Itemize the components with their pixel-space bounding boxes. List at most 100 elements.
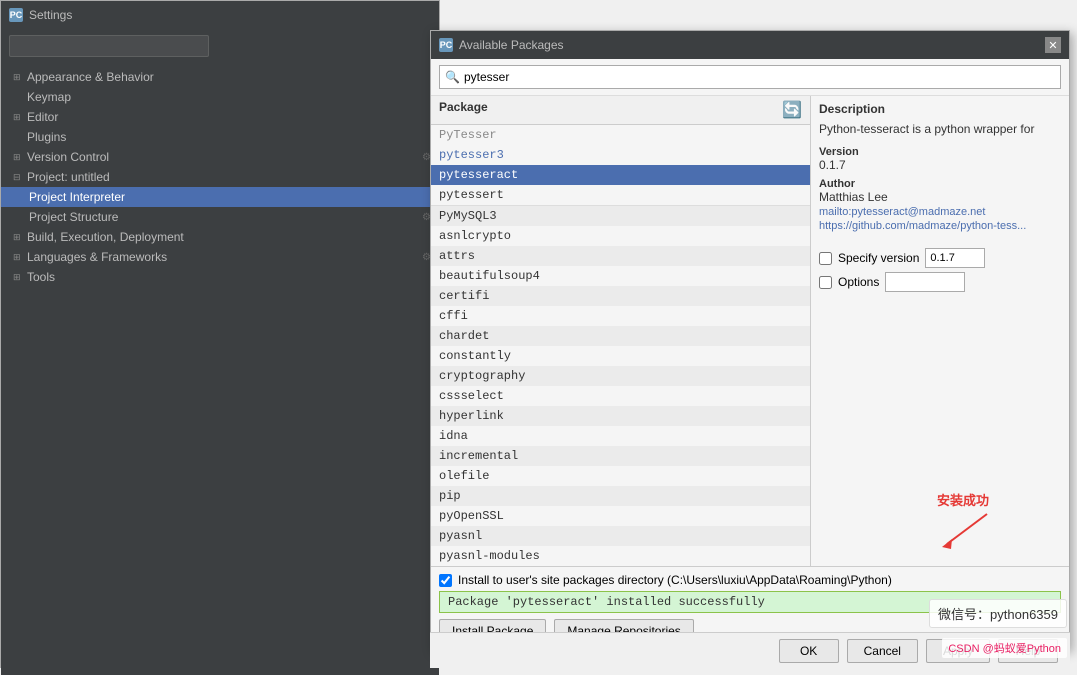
install-dir-label: Install to user's site packages director… bbox=[458, 573, 892, 587]
ok-button[interactable]: OK bbox=[779, 639, 839, 663]
sidebar-item-label: Project: untitled bbox=[27, 170, 110, 184]
list-item[interactable]: beautifulsoup4 bbox=[431, 266, 810, 286]
settings-titlebar: PC Settings bbox=[1, 1, 439, 29]
sidebar-item-project-interpreter[interactable]: Project Interpreter bbox=[1, 187, 439, 207]
pycharm-icon: PC bbox=[9, 8, 23, 22]
sidebar-item-plugins[interactable]: Plugins bbox=[1, 127, 439, 147]
search-icon: 🔍 bbox=[445, 70, 460, 84]
sidebar-item-label: Project Structure bbox=[29, 210, 118, 224]
options-label: Options bbox=[838, 275, 879, 289]
collapse-icon: ⊟ bbox=[13, 172, 23, 183]
sidebar-item-languages[interactable]: ⊞ Languages & Frameworks ⚙ bbox=[1, 247, 439, 267]
sidebar-item-label: Build, Execution, Deployment bbox=[27, 230, 184, 244]
list-item[interactable]: incremental bbox=[431, 446, 810, 466]
sidebar-item-build[interactable]: ⊞ Build, Execution, Deployment bbox=[1, 227, 439, 247]
list-item[interactable]: constantly bbox=[431, 346, 810, 366]
sidebar-item-label: Keymap bbox=[27, 90, 71, 104]
pkg-item-pytesseract-selected[interactable]: pytesseract bbox=[431, 165, 810, 185]
pkg-item-pytesser3-link[interactable]: pytesser3 bbox=[431, 145, 810, 165]
list-item[interactable]: certifi bbox=[431, 286, 810, 306]
sidebar-item-editor[interactable]: ⊞ Editor bbox=[1, 107, 439, 127]
package-search-input[interactable] bbox=[439, 65, 1061, 89]
sidebar-item-label: Appearance & Behavior bbox=[27, 70, 154, 84]
list-item[interactable]: cssselect bbox=[431, 386, 810, 406]
list-item[interactable]: pyasnl-modules bbox=[431, 546, 810, 566]
desc-header: Description bbox=[819, 102, 1061, 116]
package-list-scroll: PyMySQL3 asnlcrypto attrs beautifulsoup4… bbox=[431, 206, 810, 566]
sidebar-item-project-structure[interactable]: Project Structure ⚙ bbox=[1, 207, 439, 227]
github-link[interactable]: https://github.com/madmaze/python-tess..… bbox=[819, 220, 1061, 232]
watermark: 微信号：python6359 bbox=[929, 599, 1067, 628]
expand-icon: ⊞ bbox=[13, 152, 23, 163]
list-item[interactable]: pyOpenSSL bbox=[431, 506, 810, 526]
search-results-top: PyTesser pytesser3 pytesseract pytessert bbox=[431, 125, 810, 206]
install-dir-checkbox[interactable] bbox=[439, 574, 452, 587]
expand-icon: ⊞ bbox=[13, 112, 23, 123]
available-packages-dialog: PC Available Packages ✕ 🔍 Package 🔄 PyTe… bbox=[430, 30, 1070, 650]
specify-version-checkbox[interactable] bbox=[819, 252, 832, 265]
pkg-item-pytessert[interactable]: pytessert bbox=[431, 185, 810, 205]
arrow-svg bbox=[937, 509, 997, 549]
expand-icon: ⊞ bbox=[13, 232, 23, 243]
desc-text: Python-tesseract is a python wrapper for bbox=[819, 120, 1061, 138]
sidebar-item-label: Tools bbox=[27, 270, 55, 284]
expand-icon: ⊞ bbox=[13, 272, 23, 283]
options-row: Options bbox=[819, 272, 1061, 292]
avail-search-area: 🔍 bbox=[431, 59, 1069, 96]
sidebar-item-keymap[interactable]: Keymap bbox=[1, 87, 439, 107]
mailto-link[interactable]: mailto:pytesseract@madmaze.net bbox=[819, 206, 1061, 218]
version-value: 0.1.7 bbox=[819, 158, 1061, 172]
cancel-button[interactable]: Cancel bbox=[847, 639, 918, 663]
options-input[interactable] bbox=[885, 272, 965, 292]
pycharm-icon: PC bbox=[439, 38, 453, 52]
spacer-icon bbox=[13, 132, 23, 142]
version-label: Version bbox=[819, 146, 1061, 158]
options-area: Specify version Options bbox=[819, 248, 1061, 292]
list-item[interactable]: cffi bbox=[431, 306, 810, 326]
close-button[interactable]: ✕ bbox=[1045, 37, 1061, 53]
sidebar-item-version-control[interactable]: ⊞ Version Control ⚙ bbox=[1, 147, 439, 167]
specify-version-label: Specify version bbox=[838, 251, 919, 265]
options-checkbox[interactable] bbox=[819, 276, 832, 289]
list-item[interactable]: olefile bbox=[431, 466, 810, 486]
sidebar-item-label: Editor bbox=[27, 110, 58, 124]
expand-icon: ⊞ bbox=[13, 252, 23, 263]
package-list-panel: Package 🔄 PyTesser pytesser3 pytesseract… bbox=[431, 96, 811, 566]
list-item[interactable]: pyasnl bbox=[431, 526, 810, 546]
sidebar-item-label: Version Control bbox=[27, 150, 109, 164]
sidebar-item-label: Plugins bbox=[27, 130, 66, 144]
settings-title: Settings bbox=[29, 8, 72, 22]
settings-window: PC Settings ⊞ Appearance & Behavior Keym… bbox=[0, 0, 440, 668]
package-col-header: Package bbox=[439, 100, 488, 120]
list-item[interactable]: attrs bbox=[431, 246, 810, 266]
specify-version-row: Specify version bbox=[819, 248, 1061, 268]
sidebar-item-label: Languages & Frameworks bbox=[27, 250, 167, 264]
version-input[interactable] bbox=[925, 248, 985, 268]
author-value: Matthias Lee bbox=[819, 190, 1061, 204]
settings-sidebar: ⊞ Appearance & Behavior Keymap ⊞ Editor … bbox=[1, 63, 439, 675]
sidebar-item-appearance[interactable]: ⊞ Appearance & Behavior bbox=[1, 67, 439, 87]
list-item[interactable]: PyMySQL3 bbox=[431, 206, 810, 226]
settings-search-input[interactable] bbox=[9, 35, 209, 57]
sidebar-item-project[interactable]: ⊟ Project: untitled bbox=[1, 167, 439, 187]
watermark-sub: CSDN @蚂蚁爱Python bbox=[942, 638, 1067, 658]
pkg-list-header: Package 🔄 bbox=[431, 96, 810, 125]
annotation-text: 安装成功 bbox=[937, 493, 989, 508]
sidebar-item-tools[interactable]: ⊞ Tools bbox=[1, 267, 439, 287]
pkg-item-pytesser-header: PyTesser bbox=[431, 125, 810, 145]
annotation-area: 安装成功 bbox=[937, 490, 997, 549]
list-item[interactable]: idna bbox=[431, 426, 810, 446]
settings-search-area bbox=[1, 29, 439, 63]
expand-icon: ⊞ bbox=[13, 72, 23, 83]
sidebar-item-label: Project Interpreter bbox=[29, 190, 125, 204]
spacer-icon bbox=[13, 92, 23, 102]
search-wrapper: 🔍 bbox=[439, 65, 1061, 89]
list-item[interactable]: asnlcrypto bbox=[431, 226, 810, 246]
list-item[interactable]: chardet bbox=[431, 326, 810, 346]
list-item[interactable]: hyperlink bbox=[431, 406, 810, 426]
list-item-cryptography[interactable]: cryptography bbox=[431, 366, 810, 386]
install-dir-row: Install to user's site packages director… bbox=[439, 573, 1061, 587]
list-item[interactable]: pip bbox=[431, 486, 810, 506]
refresh-icon[interactable]: 🔄 bbox=[782, 100, 802, 120]
watermark-line1: 微信号：python6359 bbox=[938, 604, 1058, 623]
